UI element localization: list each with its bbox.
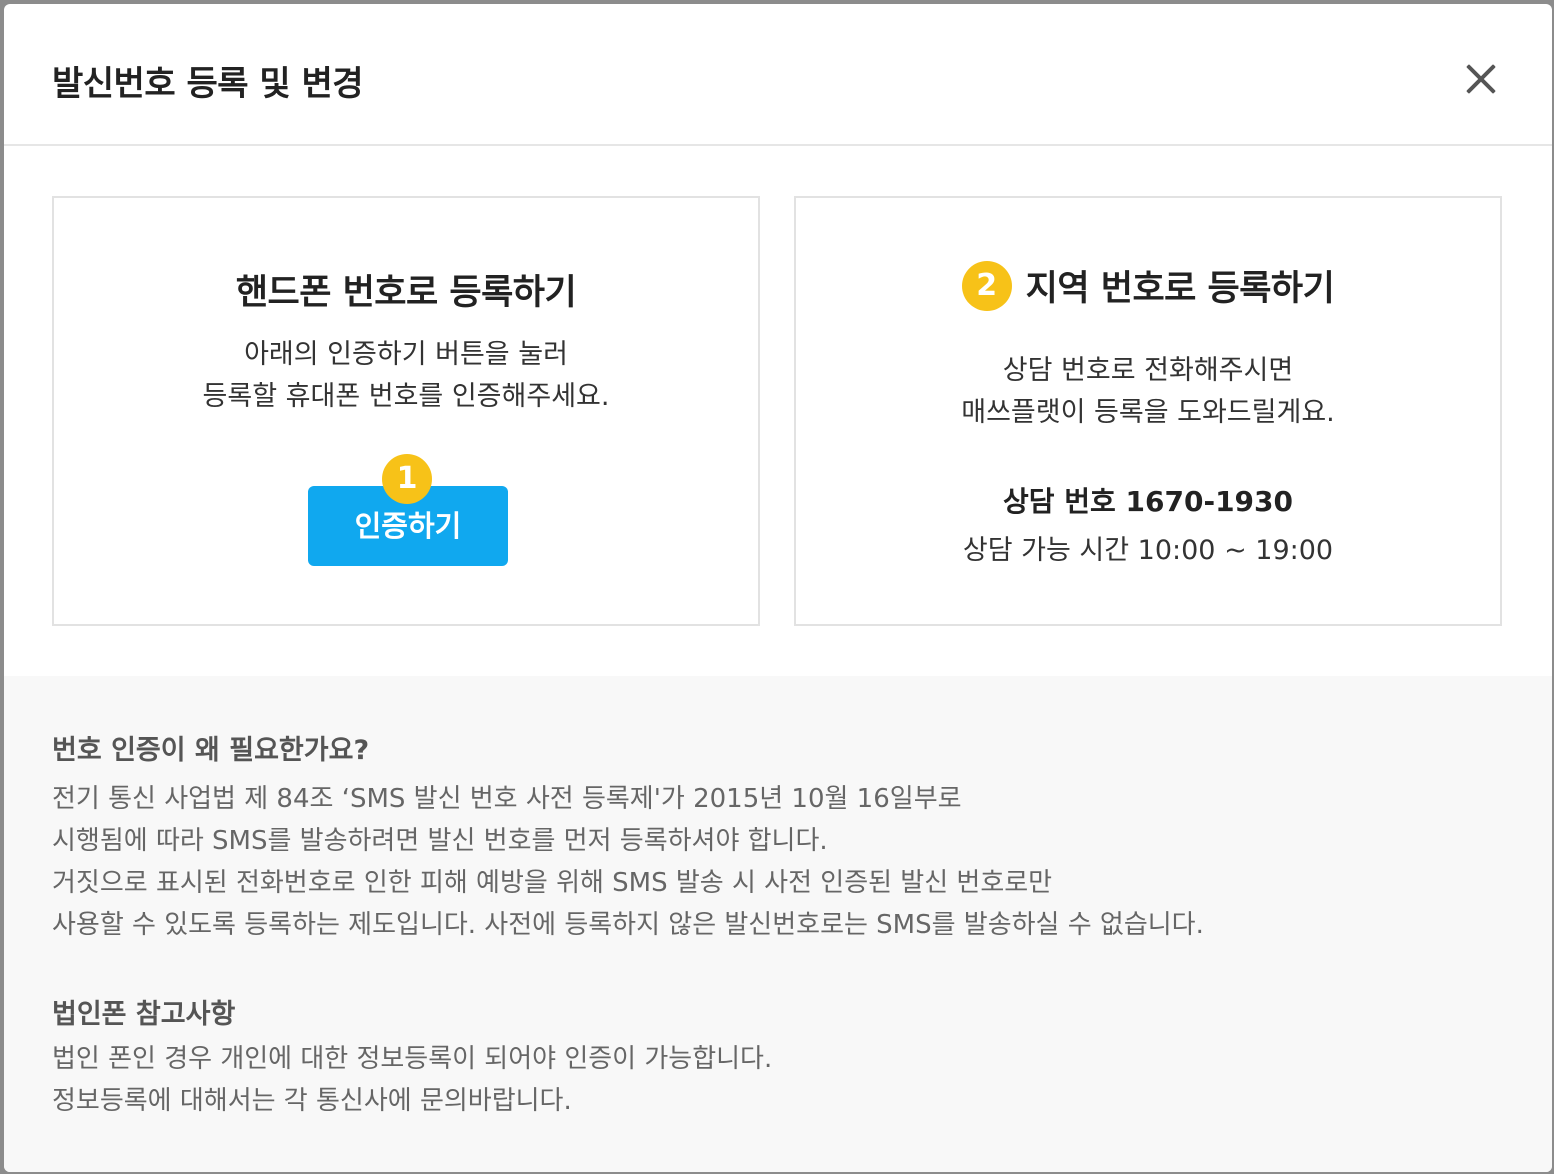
consult-phone-number: 상담 번호 1670-1930: [1002, 485, 1294, 518]
landline-registration-title: 지역 번호로 등록하기: [1025, 269, 1335, 309]
landline-desc-line-1: 상담 번호로 전화해주시면: [1002, 355, 1294, 386]
modal-title: 발신번호 등록 및 변경: [52, 64, 364, 104]
mobile-registration-title: 핸드폰 번호로 등록하기: [235, 273, 577, 313]
modal-header: 발신번호 등록 및 변경: [4, 4, 1552, 146]
corporate-phone-heading: 법인폰 참고사항: [52, 999, 236, 1030]
step-2-badge: 2: [961, 260, 1012, 311]
why-line-4: 사용할 수 있도록 등록하는 제도입니다. 사전에 등록하지 않은 발신번호로는…: [52, 910, 1204, 940]
step-1-badge: 1: [382, 454, 432, 504]
corporate-phone-text: 법인 폰인 경우 개인에 대한 정보등록이 되어야 인증이 가능합니다. 정보등…: [52, 1038, 772, 1122]
register-sender-number-modal: 발신번호 등록 및 변경 핸드폰 번호로 등록하기 아래의 인증하기 버튼을 눌…: [4, 4, 1552, 1172]
close-icon[interactable]: [1460, 58, 1502, 100]
why-line-3: 거짓으로 표시된 전화번호로 인한 피해 예방을 위해 SMS 발송 시 사전 …: [52, 868, 1053, 898]
info-section: 번호 인증이 왜 필요한가요? 전기 통신 사업법 제 84조 ‘SMS 발신 …: [4, 676, 1552, 1172]
mobile-registration-desc: 아래의 인증하기 버튼을 눌러 등록할 휴대폰 번호를 인증해주세요.: [54, 334, 758, 418]
corp-line-2: 정보등록에 대해서는 각 통신사에 문의바랍니다.: [52, 1086, 572, 1116]
consult-hours: 상담 가능 시간 10:00 ~ 19:00: [962, 535, 1334, 566]
mobile-registration-card: 핸드폰 번호로 등록하기 아래의 인증하기 버튼을 눌러 등록할 휴대폰 번호를…: [52, 196, 760, 626]
landline-registration-desc: 상담 번호로 전화해주시면 매쓰플랫이 등록을 도와드릴게요.: [796, 350, 1500, 434]
corp-line-1: 법인 폰인 경우 개인에 대한 정보등록이 되어야 인증이 가능합니다.: [52, 1044, 773, 1074]
why-line-2: 시행됨에 따라 SMS를 발송하려면 발신 번호를 먼저 등록하셔야 합니다.: [52, 826, 828, 856]
why-line-1: 전기 통신 사업법 제 84조 ‘SMS 발신 번호 사전 등록제'가 2015…: [52, 784, 962, 814]
landline-registration-card: 2 지역 번호로 등록하기 상담 번호로 전화해주시면 매쓰플랫이 등록을 도와…: [794, 196, 1502, 626]
landline-desc-line-2: 매쓰플랫이 등록을 도와드릴게요.: [961, 397, 1335, 428]
mobile-desc-line-2: 등록할 휴대폰 번호를 인증해주세요.: [202, 381, 610, 412]
why-verify-text: 전기 통신 사업법 제 84조 ‘SMS 발신 번호 사전 등록제'가 2015…: [52, 778, 1204, 946]
mobile-desc-line-1: 아래의 인증하기 버튼을 눌러: [244, 339, 568, 370]
why-verify-heading: 번호 인증이 왜 필요한가요?: [52, 735, 370, 766]
landline-title-row: 2 지역 번호로 등록하기: [796, 260, 1500, 311]
